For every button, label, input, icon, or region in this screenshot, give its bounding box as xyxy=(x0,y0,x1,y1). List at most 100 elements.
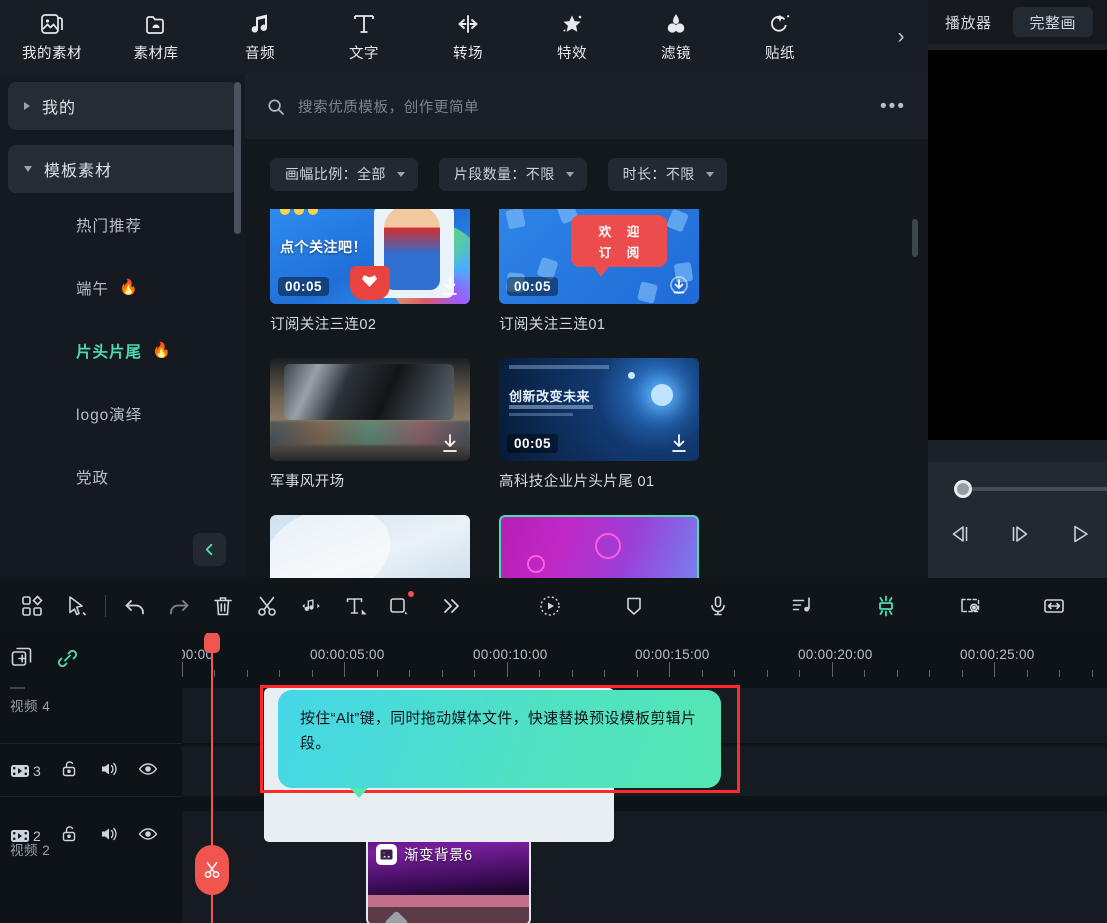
beat-music-icon[interactable] xyxy=(780,584,824,628)
delete-trash-icon[interactable] xyxy=(201,584,245,628)
nav-item-audio[interactable]: 音频 xyxy=(208,0,312,74)
nav-item-effects[interactable]: 特效 xyxy=(520,0,624,74)
nav-item-text[interactable]: 文字 xyxy=(312,0,416,74)
thumbnail-art xyxy=(270,515,470,578)
lock-open-icon[interactable] xyxy=(60,824,80,849)
nav-more-chevron-icon[interactable]: › xyxy=(884,0,918,74)
sidebar-item-duanwu[interactable]: 端午 🔥 xyxy=(0,256,245,319)
nav-item-sticker[interactable]: 贴纸 xyxy=(728,0,832,74)
grid-layout-icon[interactable] xyxy=(10,584,54,628)
eye-icon[interactable] xyxy=(138,759,158,784)
template-name: 高科技企业片头片尾 01 xyxy=(499,470,699,491)
add-track-icon[interactable] xyxy=(10,646,35,676)
template-card[interactable]: 创新改变未来 00:05 高科技企业片头片尾 01 xyxy=(499,358,699,491)
tab-full-frame[interactable]: 完整画 xyxy=(1013,7,1094,37)
ruler-label: 00:00:10:00 xyxy=(473,647,548,662)
track-row-3: 3 xyxy=(0,746,182,796)
template-thumbnail xyxy=(499,515,699,578)
fit-width-icon[interactable] xyxy=(1032,584,1076,628)
sidebar-item-intro-outro[interactable]: 片头片尾 🔥 xyxy=(0,319,245,382)
playhead-handle[interactable] xyxy=(204,633,220,653)
sidebar-group-mine[interactable]: 我的 xyxy=(8,82,237,130)
thumbnail-art xyxy=(499,515,699,578)
mirror-preview-icon[interactable] xyxy=(948,584,992,628)
split-scissors-icon[interactable] xyxy=(245,584,289,628)
speaker-icon[interactable] xyxy=(99,824,119,849)
template-card-selected[interactable] xyxy=(499,515,699,578)
sidebar-collapse-button[interactable] xyxy=(193,533,226,566)
nav-item-material-store[interactable]: 素材库 xyxy=(104,0,208,74)
audio-detach-icon[interactable] xyxy=(289,584,333,628)
keyframe-diamond-icon[interactable] xyxy=(384,910,408,923)
player-progress-track[interactable] xyxy=(958,487,1107,491)
player-video-canvas[interactable] xyxy=(928,50,1107,440)
sidebar-item-logo[interactable]: logo演绎 xyxy=(0,382,245,445)
sidebar-item-government[interactable]: 党政 xyxy=(0,445,245,508)
more-options-icon[interactable]: ••• xyxy=(880,102,906,112)
search-icon xyxy=(267,98,285,116)
chevron-right-icon xyxy=(24,102,30,110)
undo-icon[interactable] xyxy=(113,584,157,628)
template-grid-scrollbar[interactable] xyxy=(912,219,918,257)
track-badge: 3 xyxy=(10,761,41,781)
timeline-clip-gradient[interactable]: 渐变背景6 xyxy=(366,836,531,923)
notification-dot xyxy=(408,591,414,597)
nav-item-filter[interactable]: 滤镜 xyxy=(624,0,728,74)
nav-item-transition[interactable]: 转场 xyxy=(416,0,520,74)
template-thumbnail: 点个关注吧！ 00:05 xyxy=(270,209,470,304)
eye-icon[interactable] xyxy=(138,824,158,849)
search-bar[interactable]: 搜索优质模板，创作更简单 ••• xyxy=(245,74,928,139)
sidebar-group-templates[interactable]: 模板素材 xyxy=(8,145,237,193)
tooltip-bubble: 按住“Alt”键，同时拖动媒体文件，快速替换预设模板剪辑片段。 xyxy=(278,690,721,788)
download-icon[interactable] xyxy=(439,432,461,454)
template-card[interactable]: 欢 迎 订 阅 00:05 订阅关注三连01 xyxy=(499,209,699,334)
split-at-playhead-button[interactable] xyxy=(195,845,229,895)
search-placeholder: 搜索优质模板，创作更简单 xyxy=(298,96,479,117)
timeline-tracks-area[interactable]: 00:00 00:00:05:00 00:00:10:00 00:00:15:0… xyxy=(182,633,1107,923)
more-chevrons-icon[interactable] xyxy=(429,584,473,628)
lock-open-icon[interactable] xyxy=(60,759,80,784)
template-card[interactable]: 点个关注吧！ 00:05 订阅关注三连02 xyxy=(270,209,470,334)
template-content-area: 搜索优质模板，创作更简单 ••• 画幅比例：全部 片段数量：不限 时长：不限 xyxy=(245,74,928,578)
timeline-body: — 视频 4 3 xyxy=(0,633,1107,923)
filter-aspect-ratio[interactable]: 画幅比例：全部 xyxy=(270,158,418,191)
record-mic-icon[interactable] xyxy=(696,584,740,628)
ruler-label: 00:00:25:00 xyxy=(960,647,1035,662)
marker-shield-icon[interactable] xyxy=(612,584,656,628)
speaker-icon[interactable] xyxy=(99,759,119,784)
download-icon[interactable] xyxy=(668,275,690,297)
filter-clip-count[interactable]: 片段数量：不限 xyxy=(439,158,587,191)
add-text-icon[interactable] xyxy=(333,584,377,628)
filter-duration[interactable]: 时长：不限 xyxy=(608,158,727,191)
duration-badge: 00:05 xyxy=(507,434,558,453)
nav-item-my-materials[interactable]: 我的素材 xyxy=(0,0,104,74)
template-card[interactable] xyxy=(270,515,470,578)
player-tab-bar: 播放器 完整画 xyxy=(928,0,1107,44)
sidebar-item-hot-recommend[interactable]: 热门推荐 xyxy=(0,193,245,256)
link-chain-icon[interactable] xyxy=(55,646,80,676)
fire-icon: 🔥 xyxy=(152,343,172,358)
template-card[interactable]: 军事风开场 xyxy=(270,358,470,491)
clip-keyframe-lane xyxy=(368,907,529,923)
download-icon[interactable] xyxy=(439,275,461,297)
player-progress-knob[interactable] xyxy=(954,480,972,498)
snap-magnet-icon[interactable] xyxy=(864,584,908,628)
select-cursor-icon[interactable] xyxy=(54,584,98,628)
timeline-ruler[interactable]: 00:00 00:00:05:00 00:00:10:00 00:00:15:0… xyxy=(182,633,1107,685)
filter-label: 画幅比例：全部 xyxy=(285,164,386,184)
thumbnail-headline: 欢 迎 xyxy=(593,221,645,240)
track-divider xyxy=(0,796,182,797)
sidebar-scrollbar[interactable] xyxy=(234,82,241,234)
auto-play-icon[interactable] xyxy=(528,584,572,628)
download-icon[interactable] xyxy=(668,432,690,454)
clip-color-band xyxy=(368,895,529,907)
redo-icon[interactable] xyxy=(157,584,201,628)
filter-label: 时长：不限 xyxy=(623,164,695,184)
tab-player[interactable]: 播放器 xyxy=(928,0,1009,44)
next-frame-icon[interactable] xyxy=(1008,522,1032,551)
nav-label: 音频 xyxy=(245,42,275,63)
duration-badge: 00:05 xyxy=(507,277,558,296)
prev-frame-icon[interactable] xyxy=(948,522,972,551)
add-shape-icon[interactable] xyxy=(377,584,421,628)
play-icon[interactable] xyxy=(1068,522,1092,551)
